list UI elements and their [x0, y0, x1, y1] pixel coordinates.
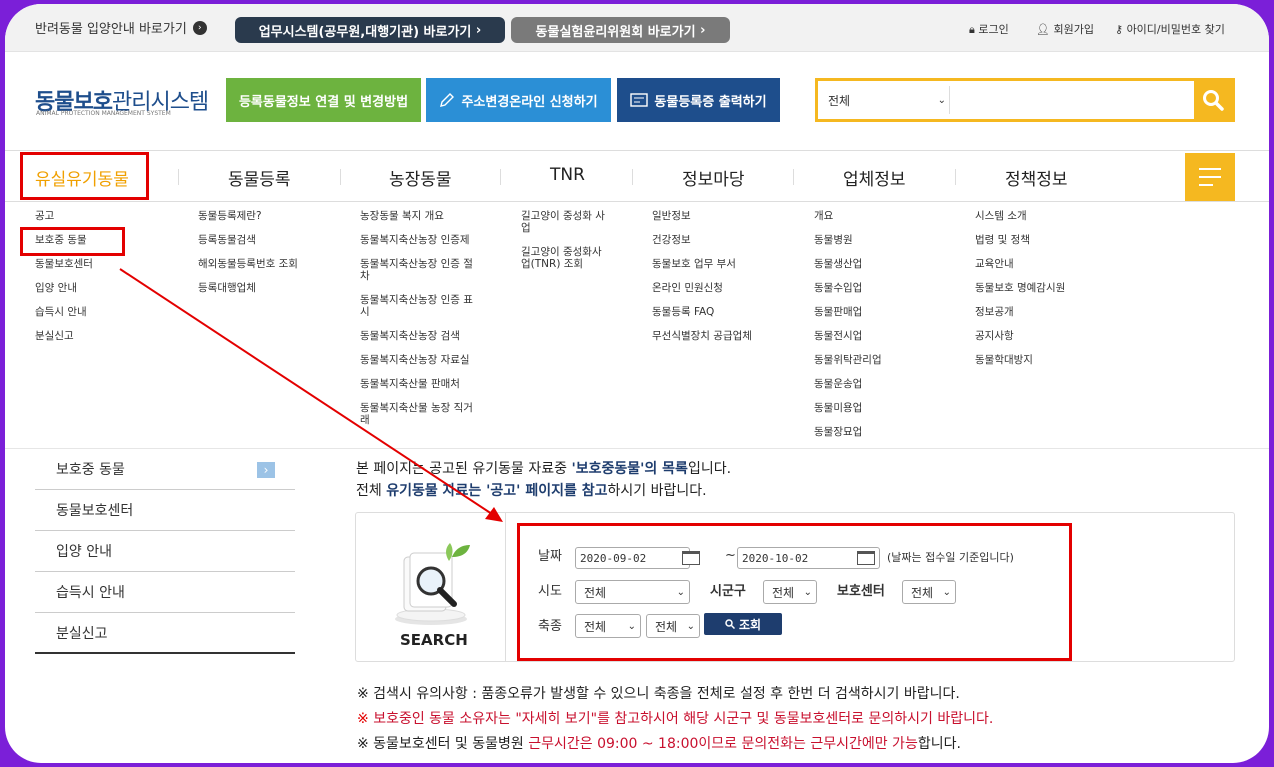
annotation-arrow [119, 268, 503, 522]
browser-frame: 반려동물 입양안내 바로가기 › 업무시스템(공무원,대행기관) 바로가기 › … [5, 4, 1269, 763]
